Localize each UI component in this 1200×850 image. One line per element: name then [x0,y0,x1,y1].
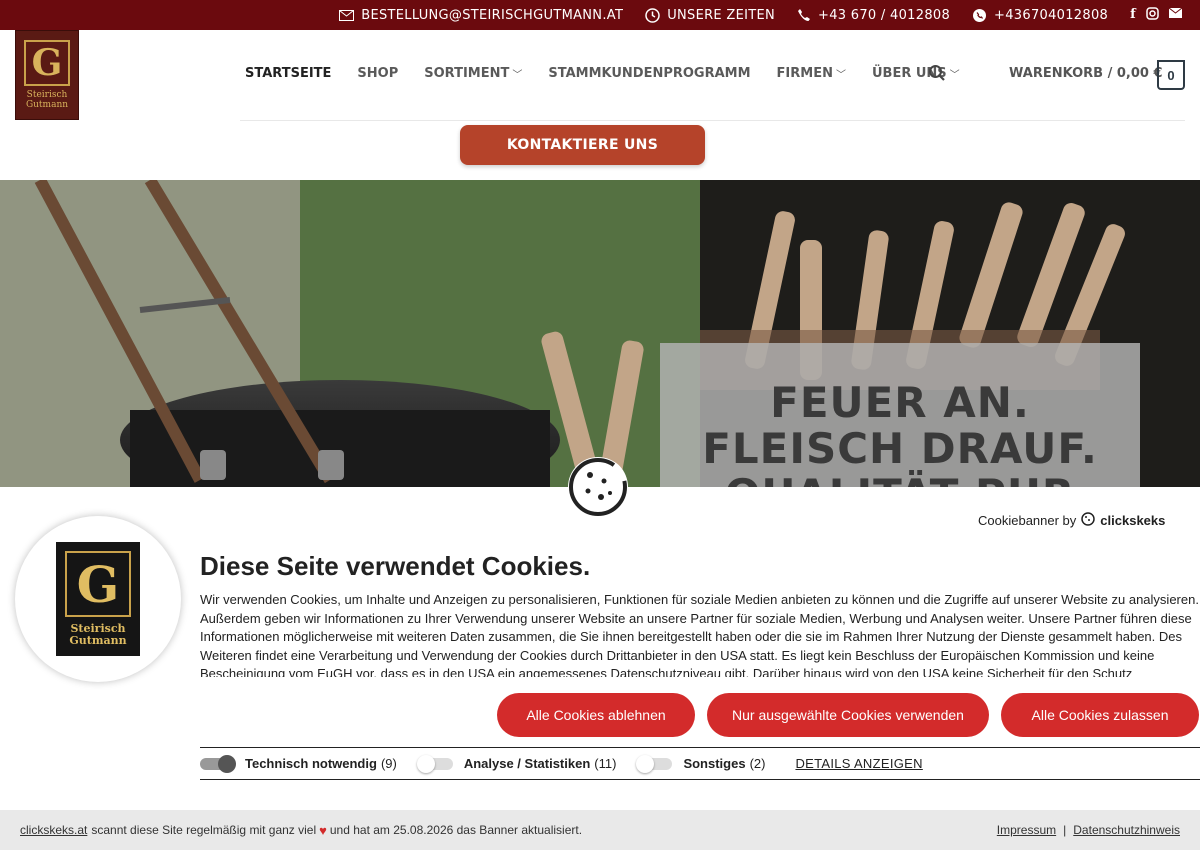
clickskeks-icon [1081,512,1096,529]
toggle-count: (11) [594,756,617,771]
hero-headline: FEUER AN. FLEISCH DRAUF. QUALITÄT PUR [660,378,1140,491]
hero-line1: FEUER AN. [770,378,1030,427]
whatsapp-icon [972,8,987,23]
site-logo[interactable]: G Steirisch Gutmann [15,30,79,120]
toggle-label: Technisch notwendig [245,756,377,771]
logo-letter: G [24,40,70,86]
nav-label-firmen: FIRMEN [776,66,833,81]
cookiebanner-credit[interactable]: Cookiebanner by clickskeks [978,512,1165,529]
cart-link[interactable]: WARENKORB / 0,00 € [1009,66,1163,81]
whatsapp-text: +436704012808 [994,7,1109,23]
cookie-category-toggles: Technisch notwendig (9) Analyse / Statis… [200,747,1200,780]
cookie-icon [568,457,628,517]
phone-icon [797,8,811,22]
brand-logo-letter: G [65,551,131,617]
toggle-label: Sonstiges [683,756,746,771]
chevron-down-icon: ﹀ [835,70,846,81]
hero-banner: FEUER AN. FLEISCH DRAUF. QUALITÄT PUR [0,180,1200,490]
toggle-count: (2) [749,756,766,771]
search-icon[interactable] [928,64,948,84]
email-link[interactable]: BESTELLUNG@STEIRISCHGUTMANN.AT [339,8,623,23]
site-header: G Steirisch Gutmann STARTSEITE SHOP SORT… [0,30,1200,180]
clock-icon [645,7,660,23]
footer-text-b: und hat am 25.08.2026 das Banner aktuali… [329,823,583,837]
footer-separator: | [1063,823,1067,837]
impressum-link[interactable]: Impressum [997,823,1056,837]
whatsapp-link[interactable]: +436704012808 [972,8,1108,23]
toggle-sonstiges[interactable]: Sonstiges (2) [636,754,766,773]
show-details-link[interactable]: DETAILS ANZEIGEN [795,756,922,771]
nav-item-shop[interactable]: SHOP [357,66,398,81]
facebook-icon[interactable]: f [1130,7,1136,24]
chevron-down-icon: ﹀ [512,70,523,81]
main-nav: STARTSEITE SHOP SORTIMENT ﹀ STAMMKUNDENPR… [245,66,960,81]
email-icon[interactable] [1168,7,1183,24]
toggle-count: (9) [380,756,397,771]
toggle-analyse-statistiken[interactable]: Analyse / Statistiken (11) [416,754,617,773]
mail-icon [339,9,355,21]
top-bar: BESTELLUNG@STEIRISCHGUTMANN.AT UNSERE ZE… [0,0,1200,30]
header-divider [240,120,1185,121]
nav-item-firmen[interactable]: FIRMEN ﹀ [777,66,846,81]
cookiebanner-by-label: Cookiebanner by [978,513,1077,528]
chevron-down-icon: ﹀ [949,70,960,81]
nav-label-sortiment: SORTIMENT [424,66,510,81]
cookie-description: Wir verwenden Cookies, um Inhalte und An… [200,592,1199,677]
logo-line1: Steirisch [26,90,68,100]
nav-item-startseite[interactable]: STARTSEITE [245,66,331,81]
instagram-icon[interactable] [1146,6,1159,24]
hours-link[interactable]: UNSERE ZEITEN [645,8,775,23]
hero-line2: FLEISCH DRAUF. [702,424,1098,473]
cart-label: WARENKORB / 0,00 € [1009,66,1163,81]
heart-icon: ♥ [319,822,327,838]
decline-all-cookies-button[interactable]: Alle Cookies ablehnen [497,693,695,737]
footer-text-a: scannt diese Site regelmäßig mit ganz vi… [91,823,317,837]
phone-link[interactable]: +43 670 / 4012808 [797,8,950,23]
use-selected-cookies-button[interactable]: Nur ausgewählte Cookies verwenden [707,693,989,737]
clickskeks-brand: clickskeks [1100,513,1166,528]
footer-links: Impressum | Datenschutzhinweis [997,823,1180,837]
contact-button[interactable]: KONTAKTIERE UNS [460,125,705,165]
brand-logo-line2: Gutmann [69,634,127,647]
toggle-switch[interactable] [200,754,236,773]
brand-logo-circle: G Steirisch Gutmann [15,516,181,682]
datenschutz-link[interactable]: Datenschutzhinweis [1073,823,1180,837]
nav-item-sortiment[interactable]: SORTIMENT ﹀ [424,66,522,81]
brand-logo-text: Steirisch Gutmann [69,623,126,647]
hours-text: UNSERE ZEITEN [667,7,776,23]
logo-text: Steirisch Gutmann [26,90,68,110]
email-text: BESTELLUNG@STEIRISCHGUTMANN.AT [361,7,624,23]
social-links: f [1130,6,1183,24]
clickskeks-link[interactable]: clickskeks.at [20,823,87,837]
nav-item-stammkundenprogramm[interactable]: STAMMKUNDENPROGRAMM [548,66,750,81]
brand-logo: G Steirisch Gutmann [56,542,140,656]
cookie-title: Diese Seite verwendet Cookies. [200,551,591,581]
cart-count-badge[interactable]: 0 [1157,60,1185,90]
toggle-technisch-notwendig[interactable]: Technisch notwendig (9) [200,754,397,773]
toggle-switch[interactable] [416,754,453,773]
logo-line2: Gutmann [25,100,69,110]
toggle-switch[interactable] [636,754,673,773]
toggle-label: Analyse / Statistiken [463,756,591,771]
accept-all-cookies-button[interactable]: Alle Cookies zulassen [1001,693,1199,737]
cookie-footer: clickskeks.at scannt diese Site regelmäß… [0,810,1200,850]
phone-text: +43 670 / 4012808 [818,7,951,23]
